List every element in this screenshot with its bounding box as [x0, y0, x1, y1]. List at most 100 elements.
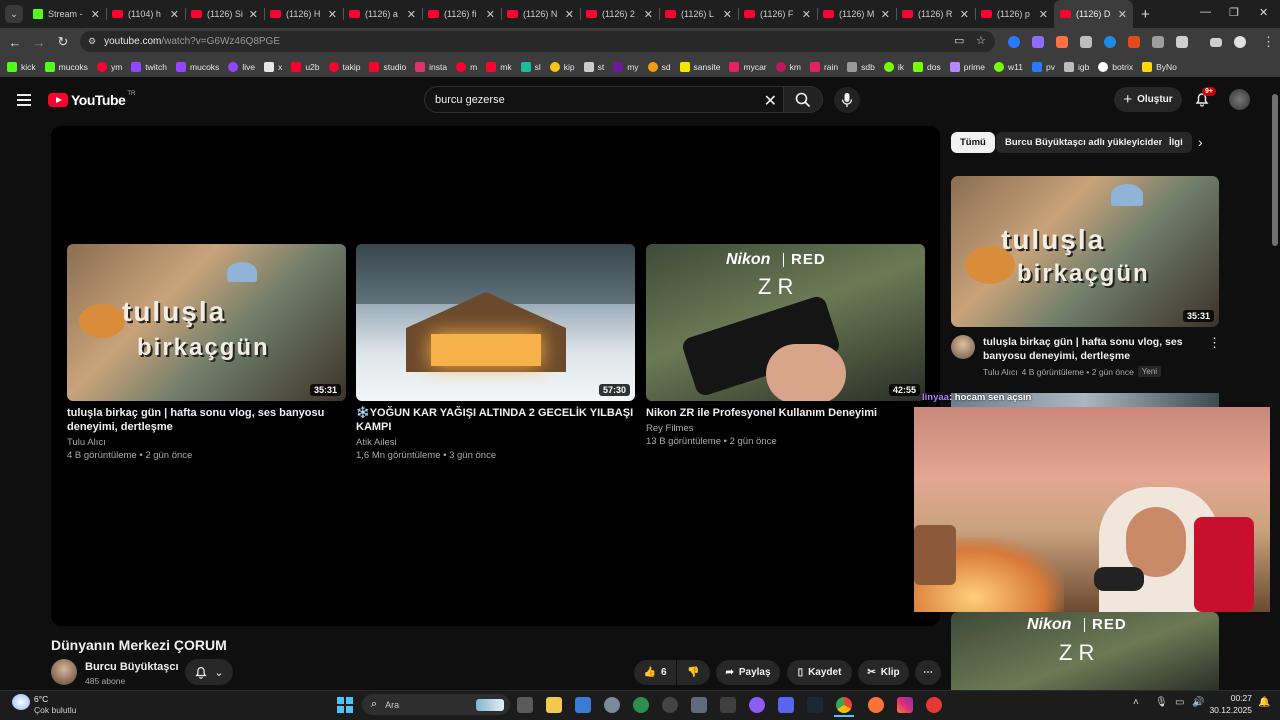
extension-icon[interactable]	[1056, 36, 1068, 48]
chip-related[interactable]: İlgi	[1162, 132, 1192, 153]
site-info-icon[interactable]: ⚙	[88, 36, 96, 47]
url-text[interactable]: youtube.com/watch?v=G6Wz46Q8PGE	[104, 36, 280, 47]
close-tab-icon[interactable]: ✕	[249, 8, 258, 21]
close-tab-icon[interactable]: ✕	[407, 8, 416, 21]
youtube-logo[interactable]: YouTube TR	[48, 91, 135, 108]
app-icon[interactable]	[720, 697, 736, 713]
browser-tab[interactable]: (1126) a ✕	[343, 0, 422, 28]
browser-tab[interactable]: (1126) H ✕	[264, 0, 343, 28]
bookmark-item[interactable]: u2b	[291, 61, 320, 72]
end-card-title[interactable]: ❄️YOĞUN KAR YAĞIŞI ALTINDA 2 GECELİK YIL…	[356, 406, 635, 434]
bookmark-item[interactable]: sd	[647, 61, 671, 72]
recommended-channel[interactable]: Tulu Alıcı	[983, 367, 1018, 377]
close-tab-icon[interactable]: ✕	[91, 8, 100, 21]
extensions-puzzle-icon[interactable]	[1176, 36, 1188, 48]
bookmark-item[interactable]: m	[456, 61, 477, 72]
dislike-button[interactable]: 👎	[677, 660, 710, 685]
bookmark-item[interactable]: kip	[549, 61, 575, 72]
close-window-button[interactable]: ✕	[1259, 6, 1268, 19]
browser-tab[interactable]: (1126) D ✕	[1054, 0, 1133, 28]
bookmark-item[interactable]: mk	[486, 61, 512, 72]
weather-desc[interactable]: Çok bulutlu	[34, 705, 77, 715]
browser-tab[interactable]: (1104) h ✕	[106, 0, 185, 28]
video-thumbnail[interactable]: tuluşla birkaçgün 35:31	[67, 244, 346, 401]
end-card-title[interactable]: Nikon ZR ile Profesyonel Kullanım Deneyi…	[646, 406, 925, 420]
bookmark-item[interactable]: sansite	[679, 61, 720, 72]
close-tab-icon[interactable]: ✕	[802, 8, 811, 21]
cast-icon[interactable]: ▭	[954, 31, 964, 52]
maximize-button[interactable]: ❐	[1229, 6, 1239, 19]
weather-temp[interactable]: 6°C	[34, 694, 48, 704]
menu-hamburger-icon[interactable]	[17, 94, 31, 109]
bookmark-star-icon[interactable]: ☆	[976, 31, 986, 52]
page-scrollbar[interactable]	[1270, 78, 1280, 690]
bookmark-item[interactable]: st	[583, 61, 604, 72]
tab-list-icon[interactable]	[1210, 38, 1222, 47]
bookmark-item[interactable]: w11	[994, 61, 1023, 72]
end-card-video[interactable]: Nikon RED Z R 42:55 Nikon ZR ile Profesy…	[646, 244, 925, 448]
volume-icon[interactable]: 🔊	[1192, 697, 1204, 708]
minimize-button[interactable]: —	[1200, 6, 1211, 18]
reload-button[interactable]: ↻	[51, 34, 75, 50]
search-button[interactable]	[783, 86, 823, 113]
instagram-icon[interactable]	[897, 697, 913, 713]
bookmark-item[interactable]: dos	[913, 61, 941, 72]
recommended-thumbnail[interactable]: tuluşla birkaçgün 35:31	[951, 176, 1219, 327]
bookmark-item[interactable]: mucoks	[176, 61, 219, 72]
steam-icon[interactable]	[807, 697, 823, 713]
bookmark-item[interactable]: rain	[809, 61, 838, 72]
close-tab-icon[interactable]: ✕	[1118, 8, 1127, 21]
voice-search-button[interactable]	[834, 87, 860, 113]
account-avatar[interactable]	[1229, 89, 1250, 110]
end-card-channel[interactable]: Atik Ailesi	[356, 436, 635, 449]
bookmark-item[interactable]: insta	[415, 61, 447, 72]
file-explorer-icon[interactable]	[546, 697, 562, 713]
extension-icon[interactable]	[1104, 36, 1116, 48]
extension-icon[interactable]	[1152, 36, 1164, 48]
bookmark-item[interactable]: km	[775, 61, 801, 72]
clock-date[interactable]: 30.12.2025	[1205, 705, 1252, 715]
channel-avatar[interactable]	[51, 659, 77, 685]
store-icon[interactable]	[575, 697, 591, 713]
end-card-video[interactable]: tuluşla birkaçgün 35:31 tuluşla birkaç g…	[67, 244, 346, 462]
address-bar[interactable]: ⚙ youtube.com/watch?v=G6Wz46Q8PGE ▭ ☆	[80, 31, 995, 52]
scrollbar-thumb[interactable]	[1272, 94, 1278, 246]
bookmark-item[interactable]: pv	[1031, 61, 1055, 72]
browser-tab[interactable]: (1126) L ✕	[659, 0, 738, 28]
end-card-video[interactable]: 57:30 ❄️YOĞUN KAR YAĞIŞI ALTINDA 2 GECEL…	[356, 244, 635, 462]
browser-tab[interactable]: (1126) fi ✕	[422, 0, 501, 28]
close-tab-icon[interactable]: ✕	[170, 8, 179, 21]
search-input[interactable]: burcu gezerse	[435, 94, 505, 106]
taskbar-search[interactable]: ⌕ Ara	[362, 694, 510, 715]
browser-tab[interactable]: (1126) 2 ✕	[580, 0, 659, 28]
close-tab-icon[interactable]: ✕	[486, 8, 495, 21]
bookmark-item[interactable]: botrix	[1098, 61, 1133, 72]
obs-icon[interactable]	[662, 697, 678, 713]
chip-from-uploader[interactable]: Burcu Büyüktaşcı adlı yükleyiciden	[996, 132, 1174, 153]
bookmark-item[interactable]: takip	[328, 61, 360, 72]
forward-button[interactable]: →	[27, 35, 51, 50]
more-actions-button[interactable]: ⋯	[915, 660, 941, 685]
browser-tab[interactable]: (1126) R ✕	[896, 0, 975, 28]
browser-tab[interactable]: Stream - ✕	[27, 0, 106, 28]
end-card-channel[interactable]: Rey Filmes	[646, 422, 925, 435]
firefox-icon[interactable]	[868, 697, 884, 713]
close-tab-icon[interactable]: ✕	[1039, 8, 1048, 21]
app-icon[interactable]	[749, 697, 765, 713]
browser-tab[interactable]: (1126) F ✕	[738, 0, 817, 28]
browser-tab[interactable]: (1126) Si ✕	[185, 0, 264, 28]
subscribed-notifications-button[interactable]: ⌄	[185, 659, 233, 685]
extension-icon[interactable]	[1080, 36, 1092, 48]
video-thumbnail[interactable]: Nikon RED Z R 42:55	[646, 244, 925, 401]
bookmark-item[interactable]: prime	[949, 61, 985, 72]
bookmark-item[interactable]: mycar	[729, 61, 767, 72]
recommended-title[interactable]: tuluşla birkaç gün | hafta sonu vlog, se…	[983, 335, 1193, 363]
new-tab-button[interactable]: +	[1141, 6, 1150, 23]
profile-icon[interactable]	[1234, 36, 1246, 48]
app-icon[interactable]	[926, 697, 942, 713]
close-tab-icon[interactable]: ✕	[881, 8, 890, 21]
start-button[interactable]	[337, 697, 353, 713]
tab-search-button[interactable]: ⌄	[5, 5, 23, 23]
chrome-icon[interactable]	[836, 697, 852, 713]
clock-time[interactable]: 00:27	[1230, 693, 1252, 703]
